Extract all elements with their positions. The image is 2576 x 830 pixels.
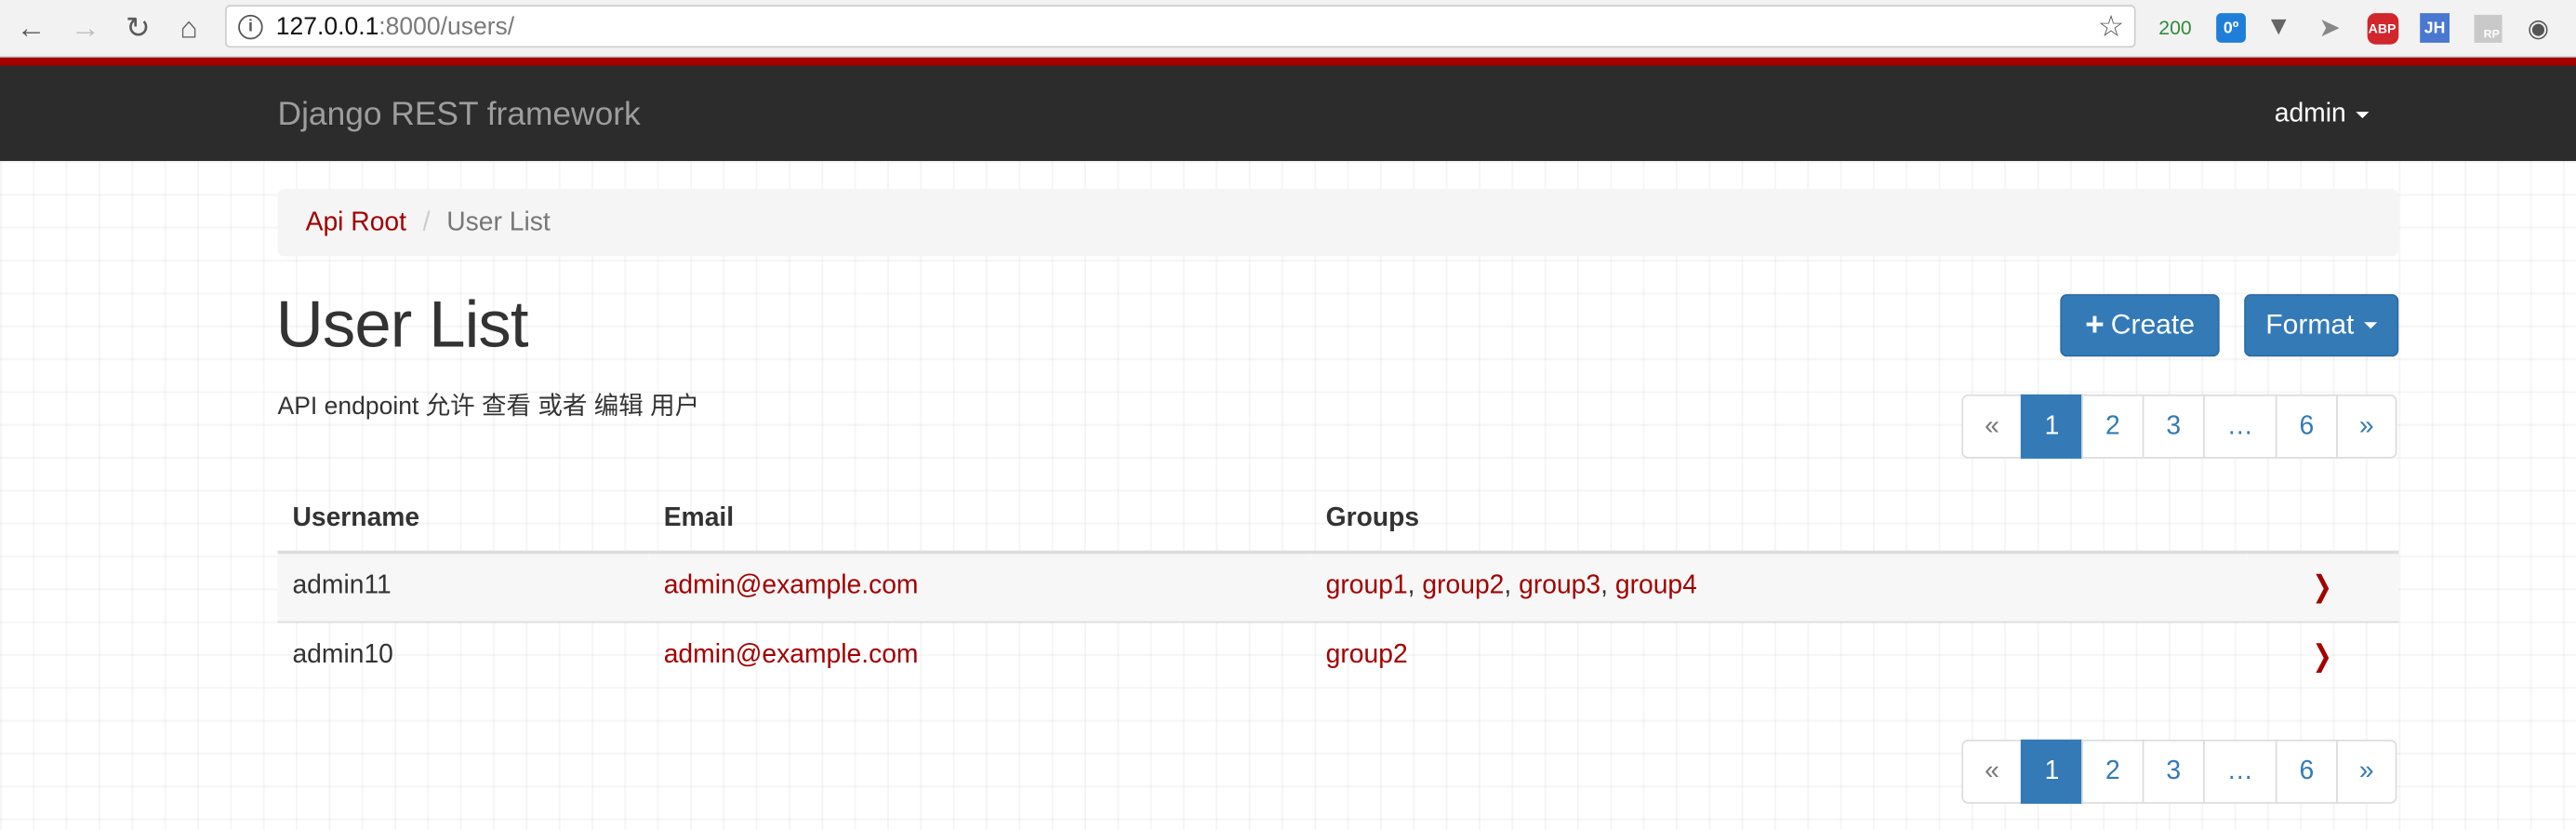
page-title: User List: [275, 288, 529, 362]
group-link[interactable]: group1: [1326, 572, 1408, 600]
pagination-page-2[interactable]: 2: [2081, 739, 2144, 804]
status-code-extension[interactable]: 200: [2158, 11, 2194, 44]
user-name: admin: [2274, 100, 2346, 128]
header-username: Username: [277, 486, 649, 555]
browser-toolbar: ← → ↻ ⌂ i 127.0.0.1:8000/users/ ☆ 200 0º…: [0, 0, 2576, 58]
create-button[interactable]: + Create: [2060, 294, 2220, 357]
group-link[interactable]: group2: [1422, 572, 1504, 600]
rp-extension-icon[interactable]: RP: [2471, 11, 2503, 44]
cell-action: ❯: [2247, 551, 2399, 622]
back-arrow-icon[interactable]: ←: [11, 8, 50, 47]
group-link[interactable]: group2: [1326, 641, 1408, 669]
reload-icon[interactable]: ↻: [118, 8, 157, 47]
pagination-ellipsis[interactable]: …: [2203, 739, 2277, 804]
address-bar[interactable]: i 127.0.0.1:8000/users/ ☆: [225, 5, 2136, 48]
cell-action: ❯: [2247, 620, 2399, 690]
header-groups: Groups: [1310, 486, 2248, 555]
pagination-prev[interactable]: «: [1961, 394, 2023, 459]
cloud-extension-icon[interactable]: 0º: [2213, 11, 2250, 44]
adblock-label: ABP: [2366, 12, 2398, 44]
brand-link[interactable]: Django REST framework: [278, 97, 641, 135]
group-link[interactable]: group4: [1615, 572, 1697, 600]
jh-label: JH: [2420, 13, 2450, 43]
pagination-next[interactable]: »: [2336, 394, 2397, 459]
url-path: :8000/users/: [378, 13, 515, 42]
format-button-label: Format: [2265, 309, 2355, 341]
header-actions: [2247, 486, 2399, 555]
user-dropdown[interactable]: admin: [2275, 100, 2370, 130]
table-row: admin10 admin@example.com group2 ❯: [277, 620, 2399, 690]
table-row: admin11 admin@example.com group1, group2…: [277, 551, 2399, 622]
chevron-right-icon[interactable]: ❯: [2313, 639, 2332, 674]
pagination-page-6[interactable]: 6: [2275, 739, 2338, 804]
top-navbar: Django REST framework admin: [0, 57, 2576, 162]
chevron-right-icon[interactable]: ❯: [2313, 569, 2332, 604]
url-text[interactable]: 127.0.0.1:8000/users/: [276, 13, 514, 41]
pagination-ellipsis[interactable]: …: [2203, 394, 2277, 459]
caret-down-icon: [2363, 322, 2378, 329]
cell-groups: group1, group2, group3, group4: [1310, 551, 2248, 622]
create-button-label: Create: [2110, 309, 2195, 341]
email-link[interactable]: admin@example.com: [664, 572, 919, 600]
bookmark-star-icon[interactable]: ☆: [2098, 10, 2125, 45]
pagination-page-6[interactable]: 6: [2275, 394, 2338, 459]
pagination-page-3[interactable]: 3: [2142, 394, 2205, 459]
pagination-bottom: « 1 2 3 … 6 »: [1961, 739, 2397, 804]
cell-username: admin10: [277, 620, 649, 690]
breadcrumb-api-root[interactable]: Api Root: [306, 208, 406, 237]
eye-extension-icon[interactable]: ◉: [2520, 11, 2556, 44]
table-header-row: Username Email Groups: [277, 486, 2399, 555]
home-icon[interactable]: ⌂: [169, 8, 208, 47]
cloud-badge: 0º: [2216, 13, 2246, 43]
pagination-page-3[interactable]: 3: [2142, 739, 2205, 804]
cell-email: admin@example.com: [648, 620, 1311, 690]
rp-label: RP: [2473, 14, 2502, 43]
page-description: API endpoint 允许 查看 或者 编辑 用户: [277, 393, 700, 422]
breadcrumb: Api Root / User List: [277, 189, 2399, 257]
user-table: Username Email Groups admin11 admin@exam…: [277, 486, 2399, 690]
plus-icon: +: [2085, 307, 2105, 344]
bird-extension-icon[interactable]: ➤: [2313, 11, 2345, 44]
caret-down-icon: [2356, 112, 2370, 119]
group-link[interactable]: group3: [1519, 572, 1600, 600]
cell-email: admin@example.com: [648, 551, 1311, 622]
pagination-next[interactable]: »: [2336, 739, 2397, 804]
pagination-top: « 1 2 3 … 6 »: [1961, 394, 2397, 459]
info-icon[interactable]: i: [238, 14, 263, 40]
cell-username: admin11: [277, 551, 649, 622]
jh-extension-icon[interactable]: JH: [2418, 11, 2450, 44]
format-dropdown-button[interactable]: Format: [2244, 294, 2399, 357]
url-host: 127.0.0.1: [275, 13, 379, 42]
pagination-prev[interactable]: «: [1961, 739, 2023, 804]
cell-groups: group2: [1310, 620, 2248, 690]
pagination-page-1[interactable]: 1: [2020, 394, 2084, 459]
forward-arrow-icon[interactable]: →: [66, 8, 105, 47]
pagination-page-1[interactable]: 1: [2020, 739, 2084, 804]
vue-extension-icon[interactable]: ▼: [2263, 11, 2295, 44]
email-link[interactable]: admin@example.com: [664, 641, 919, 669]
browser-window: ← → ↻ ⌂ i 127.0.0.1:8000/users/ ☆ 200 0º…: [0, 0, 2576, 830]
header-email: Email: [648, 486, 1311, 555]
breadcrumb-current: User List: [446, 208, 551, 236]
breadcrumb-separator: /: [422, 208, 431, 236]
adblock-plus-icon[interactable]: ABP: [2364, 11, 2400, 44]
pagination-page-2[interactable]: 2: [2081, 394, 2144, 459]
